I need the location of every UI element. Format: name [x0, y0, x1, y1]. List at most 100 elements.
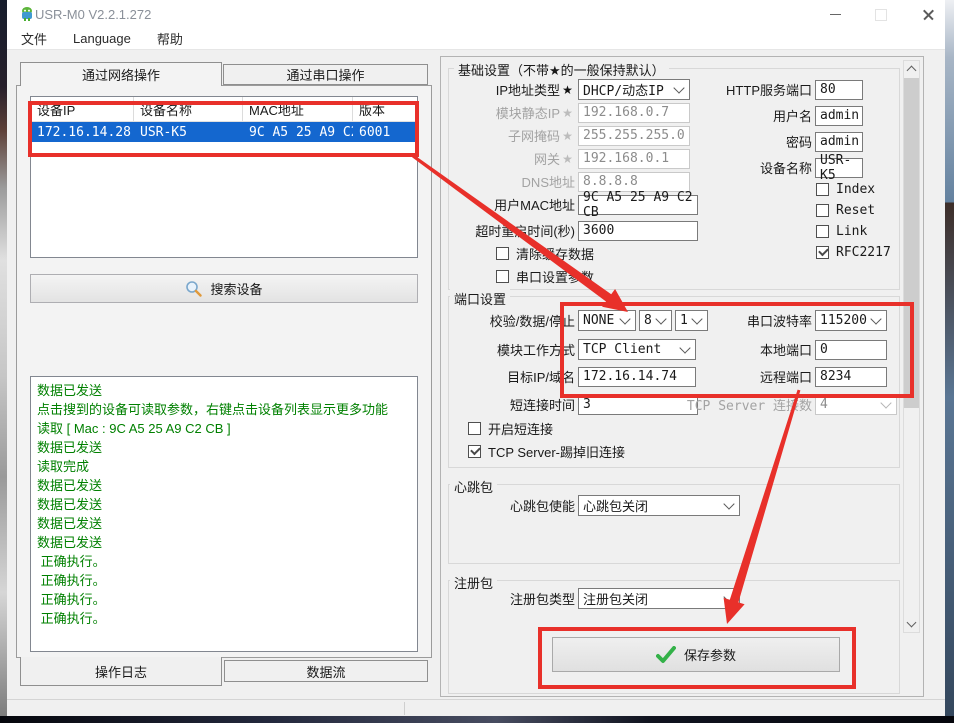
checkbox-label: RFC2217 [836, 245, 891, 260]
checkbox-clear-cache[interactable]: 清除缓存数据 [496, 245, 594, 261]
field-baud-rate: 串口波特率 115200 [640, 310, 887, 331]
cell-mac: 9C A5 25 A9 C2 CB [243, 125, 353, 140]
table-row-selected[interactable]: 172.16.14.28 USR-K5 9C A5 25 A9 C2 CB 60… [31, 122, 417, 142]
selected-value: 注册包关闭 [583, 589, 648, 608]
register-type-select[interactable]: 注册包关闭 [578, 588, 740, 609]
field-heartbeat-enable: 心跳包使能 心跳包关闭 [440, 495, 740, 516]
tab-label: 操作日志 [95, 662, 147, 681]
chevron-up-icon [907, 66, 917, 76]
field-label: 用户MAC地址 [440, 195, 575, 214]
checkbox-label: 串口设置参数 [516, 267, 594, 286]
vertical-scrollbar[interactable] [903, 60, 920, 633]
log-line: 读取完成 [37, 457, 411, 476]
field-label: 串口波特率 [640, 311, 812, 330]
group-port-settings-title: 端口设置 [450, 289, 510, 308]
field-tcp-server-conns: TCP Server 连接数 4 [640, 394, 897, 415]
scroll-up-button[interactable] [904, 61, 919, 77]
field-label: 模块工作方式 [440, 340, 575, 359]
menu-help[interactable]: 帮助 [157, 29, 183, 48]
save-params-button[interactable]: 保存参数 [552, 637, 840, 672]
group-heartbeat-title: 心跳包 [450, 477, 497, 496]
tcp-server-conns-select[interactable]: 4 [815, 394, 897, 415]
field-mac: 用户MAC地址 9C A5 25 A9 C2 CB [440, 194, 698, 215]
app-window: USR-M0 V2.2.1.272 文件 Language 帮助 通过网络操作 … [0, 0, 954, 723]
search-icon [185, 280, 202, 297]
checkbox-reset[interactable]: Reset [816, 202, 875, 218]
app-logo-icon [19, 6, 35, 22]
checkbox-link[interactable]: Link [816, 223, 867, 239]
remote-port-input[interactable]: 8234 [815, 367, 887, 387]
cell-version: 6001 [353, 125, 417, 140]
status-bar-divider [404, 702, 405, 715]
tab-operation-log[interactable]: 操作日志 [20, 657, 222, 686]
column-header-version[interactable]: 版本 [353, 97, 417, 121]
chevron-down-icon [907, 618, 917, 628]
checkbox-index[interactable]: Index [816, 181, 875, 197]
close-icon [922, 8, 935, 21]
log-line: 点击搜到的设备可读取参数，右键点击设备列表显示更多功能 [37, 400, 411, 419]
device-name-input[interactable]: USR-K5 [815, 158, 863, 178]
checkbox-kick-old-conn[interactable]: TCP Server-踢掉旧连接 [468, 443, 625, 459]
checkbox-rfc2217[interactable]: RFC2217 [816, 244, 891, 260]
cell-device-name: USR-K5 [134, 125, 243, 140]
scroll-down-button[interactable] [904, 616, 919, 632]
log-line: 数据已发送 [37, 514, 411, 533]
field-label: 远程端口 [640, 367, 812, 386]
tab-data-stream[interactable]: 数据流 [224, 660, 428, 682]
desktop-edge-left [0, 0, 7, 723]
minimize-button[interactable] [820, 6, 850, 23]
mac-address-input[interactable]: 9C A5 25 A9 C2 CB [578, 195, 698, 215]
checkbox-serial-params[interactable]: 串口设置参数 [496, 268, 594, 284]
field-username: 用户名 admin [640, 105, 863, 126]
window-title: USR-M0 V2.2.1.272 [35, 7, 151, 22]
star-icon: ★ [560, 83, 575, 97]
scrollbar-thumb[interactable] [904, 78, 919, 408]
username-input[interactable]: admin [815, 106, 863, 126]
green-check-icon [656, 646, 676, 664]
maximize-button[interactable] [866, 6, 896, 23]
field-label: 模块静态IP [440, 103, 560, 122]
http-port-input[interactable]: 80 [815, 80, 863, 100]
device-table: 设备IP 设备名称 MAC地址 版本 172.16.14.28 USR-K5 9… [30, 96, 418, 258]
column-header-device-name[interactable]: 设备名称 [134, 97, 243, 121]
close-button[interactable] [913, 6, 943, 23]
checkbox [468, 422, 481, 435]
tab-network-operation[interactable]: 通过网络操作 [20, 62, 222, 86]
column-header-device-ip[interactable]: 设备IP [31, 97, 134, 121]
heartbeat-enable-select[interactable]: 心跳包关闭 [578, 495, 740, 516]
checkbox-label: Reset [836, 203, 875, 218]
log-line: 数据已发送 [37, 438, 411, 457]
star-icon: ★ [560, 106, 575, 120]
column-header-mac[interactable]: MAC地址 [243, 97, 353, 121]
local-port-input[interactable]: 0 [815, 340, 887, 360]
menu-language[interactable]: Language [73, 31, 131, 46]
maximize-icon [875, 9, 887, 21]
baud-rate-select[interactable]: 115200 [815, 310, 887, 331]
tab-serial-operation[interactable]: 通过串口操作 [223, 64, 428, 85]
star-icon: ★ [560, 152, 575, 166]
operation-log[interactable]: 数据已发送 点击搜到的设备可读取参数，右键点击设备列表显示更多功能 读取 [ M… [30, 376, 418, 652]
cell-device-ip: 172.16.14.28 [31, 125, 134, 140]
group-basic-settings-title: 基础设置（不带★的一般保持默认） [454, 60, 669, 79]
checkbox-label: Index [836, 182, 875, 197]
selected-value: 4 [820, 397, 828, 412]
menu-file[interactable]: 文件 [21, 29, 47, 48]
checkbox-label: 清除缓存数据 [516, 244, 594, 263]
tab-label: 通过网络操作 [82, 65, 160, 84]
status-bar [7, 699, 945, 716]
log-line: 正确执行。 [37, 609, 411, 628]
field-label: DNS地址 [440, 172, 575, 191]
log-line: 数据已发送 [37, 476, 411, 495]
parity-select[interactable]: NONE [578, 310, 636, 331]
reboot-timeout-input[interactable]: 3600 [578, 221, 698, 241]
group-register-packet-title: 注册包 [450, 573, 497, 592]
field-label: 设备名称 [640, 158, 812, 177]
password-input[interactable]: admin [815, 132, 863, 152]
checkbox-short-conn[interactable]: 开启短连接 [468, 420, 553, 436]
field-label: 目标IP/域名 [440, 367, 575, 386]
field-label: 用户名 [640, 106, 812, 125]
tab-label: 数据流 [306, 662, 345, 681]
checkbox-checked [816, 246, 829, 259]
chevron-down-icon [880, 397, 891, 408]
search-device-button[interactable]: 搜索设备 [30, 274, 418, 303]
